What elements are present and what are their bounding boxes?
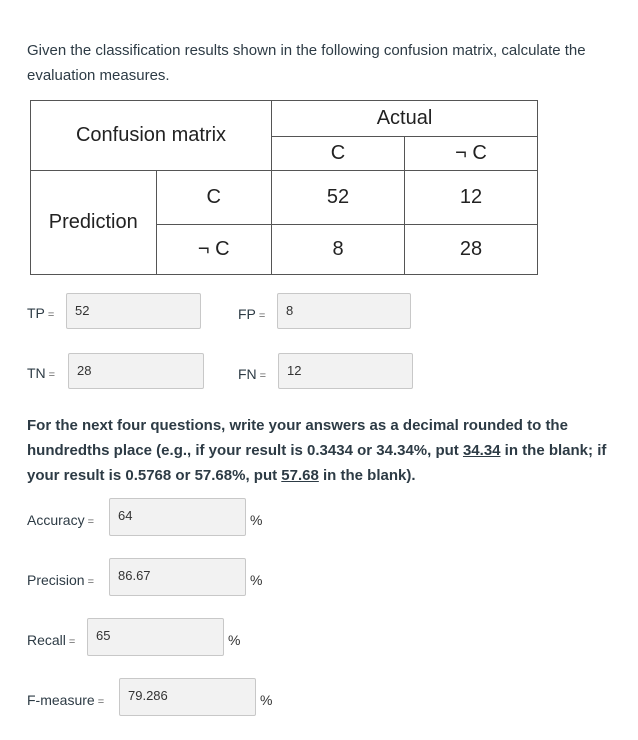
col-header-c: C	[271, 136, 405, 171]
accuracy-label: Accuracy =	[27, 512, 95, 528]
accuracy-unit: %	[250, 512, 263, 528]
recall-unit: %	[228, 632, 241, 648]
cell-not-c-not-c: 28	[404, 224, 538, 275]
fp-label: FP =	[238, 306, 266, 322]
cell-c-c: 52	[271, 170, 405, 225]
fp-input[interactable]: 8	[277, 293, 411, 329]
example-2: 57.68	[281, 467, 319, 484]
cell-not-c-c: 8	[271, 224, 405, 275]
fn-label: FN =	[238, 366, 267, 382]
question-intro: Given the classification results shown i…	[27, 42, 586, 84]
fn-input[interactable]: 12	[278, 353, 413, 389]
precision-label: Precision =	[27, 572, 95, 588]
recall-input[interactable]: 65	[87, 618, 224, 656]
tp-input[interactable]: 52	[66, 293, 201, 329]
matrix-title: Confusion matrix	[30, 100, 272, 171]
cell-c-not-c: 12	[404, 170, 538, 225]
precision-input[interactable]: 86.67	[109, 558, 246, 596]
row-header-c: C	[155, 170, 273, 225]
tp-label: TP =	[27, 305, 55, 321]
instructions: For the next four questions, write your …	[27, 417, 607, 484]
example-1: 34.34	[462, 442, 501, 459]
prediction-label: Prediction	[30, 170, 157, 275]
tn-input[interactable]: 28	[68, 353, 204, 389]
row-header-not-c: ¬ C	[155, 224, 273, 275]
accuracy-input[interactable]: 64	[109, 498, 246, 536]
fmeasure-unit: %	[260, 692, 273, 708]
confusion-matrix: Confusion matrix Actual C ¬ C Prediction…	[30, 100, 538, 275]
col-header-not-c: ¬ C	[404, 136, 538, 171]
fmeasure-label: F-measure =	[27, 692, 105, 708]
actual-label: Actual	[271, 100, 538, 137]
tn-label: TN =	[27, 365, 56, 381]
precision-unit: %	[250, 572, 263, 588]
fmeasure-input[interactable]: 79.286	[119, 678, 256, 716]
recall-label: Recall =	[27, 632, 76, 648]
